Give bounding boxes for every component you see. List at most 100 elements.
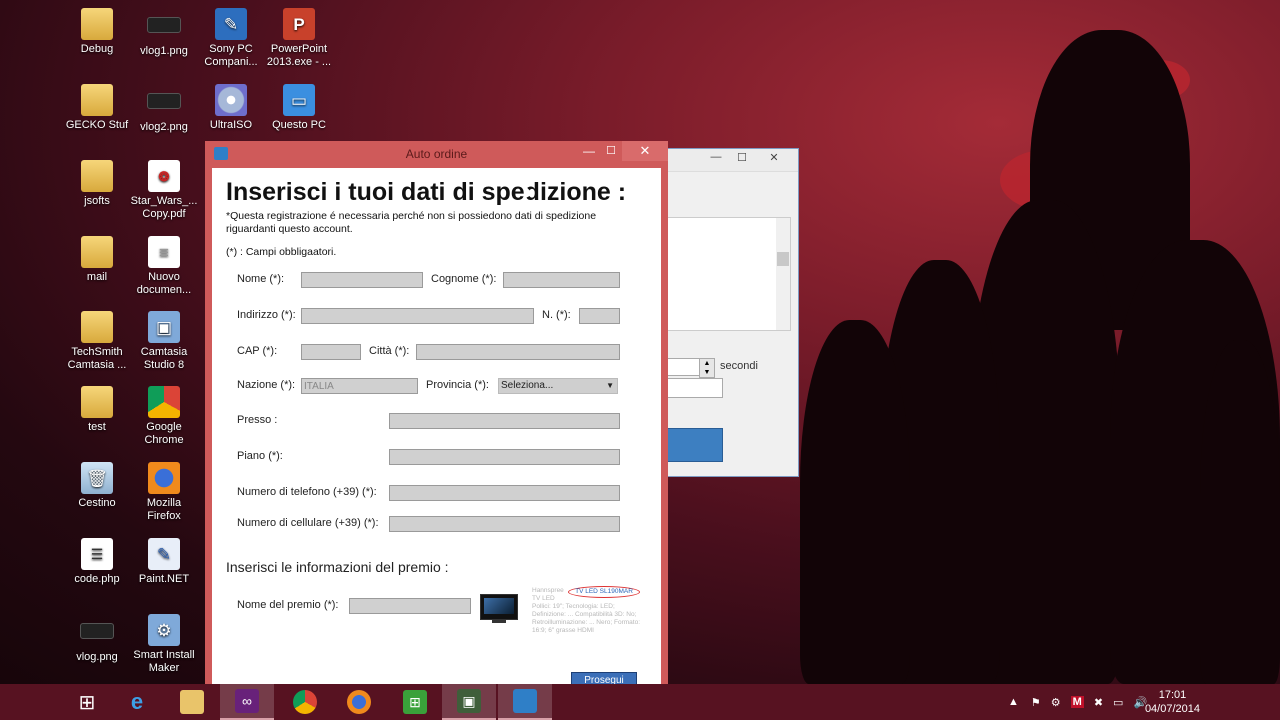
desktop-icon-firefox[interactable]: Mozilla Firefox: [129, 462, 199, 523]
desktop-icon-powerpoint[interactable]: P PowerPoint 2013.exe - ...: [264, 8, 334, 69]
desktop-icon-gecko[interactable]: GECKO Stuf: [62, 84, 132, 132]
image-file-icon: [147, 93, 181, 109]
premio-label: Nome del premio (*):: [237, 599, 339, 611]
camtasia-icon: ▣: [148, 311, 180, 343]
presso-input[interactable]: [389, 413, 620, 429]
provincia-select[interactable]: Seleziona... ▼: [498, 378, 618, 394]
clock-date: 04/07/2014: [1144, 703, 1200, 715]
windows-logo-icon: ⊞: [78, 691, 96, 714]
secondi-label: secondi: [720, 360, 758, 372]
spin-buttons[interactable]: ▲ ▼: [699, 358, 715, 378]
taskbar-store[interactable]: ⊞: [388, 684, 442, 720]
window-titlebar[interactable]: Auto ordine — ☐ ✕: [205, 141, 668, 167]
taskbar-visual-studio[interactable]: ∞: [220, 684, 274, 720]
usb-icon[interactable]: ✖: [1094, 696, 1103, 709]
desktop-icon-debug[interactable]: Debug: [62, 8, 132, 56]
listbox-scrollbar[interactable]: [776, 218, 790, 330]
show-hidden-icons-icon[interactable]: ▲: [1008, 696, 1019, 708]
minimize-button[interactable]: —: [705, 151, 727, 163]
pdf-icon: ❂: [148, 160, 180, 192]
desktop-icon-cestino[interactable]: 🗑 Cestino: [62, 462, 132, 510]
desktop-icon-vlog[interactable]: vlog.png: [62, 614, 132, 664]
desktop-icon-code-php[interactable]: ☰ code.php: [62, 538, 132, 586]
maximize-button[interactable]: ☐: [599, 144, 623, 157]
close-button[interactable]: ✕: [763, 151, 785, 164]
folder-icon: [180, 690, 204, 714]
system-tray: ▲ ⚑ ⚙ M ✖ ▭ 🔊: [1008, 684, 1147, 720]
desktop-icon-camtasia[interactable]: ▣ Camtasia Studio 8: [129, 311, 199, 372]
background-textfield[interactable]: [667, 378, 723, 398]
desktop-icon-chrome[interactable]: Google Chrome: [129, 386, 199, 447]
tv-stand: [492, 620, 506, 623]
cognome-label: Cognome (*):: [431, 273, 497, 285]
tv-screen: [484, 598, 514, 614]
taskbar-camtasia[interactable]: ▣: [442, 684, 496, 720]
app-icon: [513, 689, 537, 713]
indirizzo-input[interactable]: [301, 308, 534, 324]
taskbar-file-explorer[interactable]: [165, 684, 219, 720]
paint-icon: ✎: [148, 538, 180, 570]
chevron-down-icon: ▼: [606, 381, 614, 390]
installer-icon: ⚙: [148, 614, 180, 646]
prize-preview[interactable]: Hannspree TV LED Pollici: 19"; Tecnologi…: [478, 582, 640, 634]
prize-model-highlight: TV LED SL190MAR: [568, 586, 640, 598]
page-title: Inserisci i tuoi dati di spedizione :: [226, 178, 627, 206]
citta-input[interactable]: [416, 344, 620, 360]
camtasia-icon: ▣: [457, 689, 481, 713]
folder-icon: [81, 84, 113, 116]
powerpoint-icon: P: [283, 8, 315, 40]
folder-icon: [81, 160, 113, 192]
required-fields-note: (*) : Campi obbligaatori.: [226, 246, 337, 258]
piano-label: Piano (*):: [237, 450, 283, 462]
desktop-icon-jsofts[interactable]: jsofts: [62, 160, 132, 208]
desktop-icon-mail[interactable]: mail: [62, 236, 132, 284]
background-blue-button[interactable]: [667, 428, 723, 462]
desktop-icon-vlog1[interactable]: vlog1.png: [129, 8, 199, 58]
cellulare-label: Numero di cellulare (+39) (*):: [237, 517, 379, 529]
premio-input[interactable]: [349, 598, 471, 614]
display-icon[interactable]: ▭: [1113, 696, 1123, 709]
desktop-icon-sony-pc[interactable]: ✎ Sony PC Compani...: [196, 8, 266, 69]
maximize-button[interactable]: ☐: [731, 151, 753, 164]
minimize-button[interactable]: —: [577, 144, 601, 158]
cap-input[interactable]: [301, 344, 361, 360]
numero-civico-input[interactable]: [579, 308, 620, 324]
taskbar-auto-ordine[interactable]: [498, 684, 552, 720]
desktop-icon-smart-install-maker[interactable]: ⚙ Smart Install Maker: [129, 614, 199, 675]
background-listbox[interactable]: [667, 217, 791, 331]
telefono-input[interactable]: [389, 485, 620, 501]
desktop-icon-test[interactable]: test: [62, 386, 132, 434]
desktop-icon-nuovo-documento[interactable]: ≡ Nuovo documen...: [129, 236, 199, 297]
folder-icon: [81, 236, 113, 268]
taskbar-firefox[interactable]: [332, 684, 386, 720]
chrome-icon: [293, 690, 317, 714]
computer-icon: ▭: [283, 84, 315, 116]
desktop-icon-vlog2[interactable]: vlog2.png: [129, 84, 199, 134]
desktop-icon-ultraiso[interactable]: UltraISO: [196, 84, 266, 132]
piano-input[interactable]: [389, 449, 620, 465]
cognome-input[interactable]: [503, 272, 620, 288]
start-button[interactable]: ⊞: [60, 684, 114, 720]
taskbar-ie[interactable]: e: [110, 684, 164, 720]
desktop-icon-techsmith[interactable]: TechSmith Camtasia ...: [62, 311, 132, 372]
image-file-icon: [147, 17, 181, 33]
background-window: — ☐ ✕ ▲ ▼ secondi: [666, 148, 799, 477]
cellulare-input[interactable]: [389, 516, 620, 532]
recycle-bin-icon: 🗑: [81, 462, 113, 494]
network-icon[interactable]: ⚙: [1051, 696, 1061, 709]
clock-time: 17:01: [1158, 689, 1187, 701]
scrollbar-thumb[interactable]: [777, 252, 789, 266]
desktop-icon-paint-net[interactable]: ✎ Paint.NET: [129, 538, 199, 586]
nazione-input[interactable]: [301, 378, 418, 394]
taskbar-clock[interactable]: 17:01 04/07/2014: [1145, 688, 1200, 716]
folder-icon: [81, 8, 113, 40]
close-button[interactable]: ✕: [622, 141, 668, 161]
desktop-icon-questo-pc[interactable]: ▭ Questo PC: [264, 84, 334, 132]
taskbar-chrome[interactable]: [278, 684, 332, 720]
desktop-icon-star-wars-pdf[interactable]: ❂ Star_Wars_... Copy.pdf: [129, 160, 199, 221]
presso-label: Presso :: [237, 414, 278, 426]
flag-icon[interactable]: ⚑: [1031, 696, 1041, 709]
auto-ordine-window: Auto ordine — ☐ ✕ Inserisci i tuoi dati …: [205, 141, 668, 709]
nome-input[interactable]: [301, 272, 423, 288]
antivirus-icon[interactable]: M: [1070, 696, 1084, 708]
